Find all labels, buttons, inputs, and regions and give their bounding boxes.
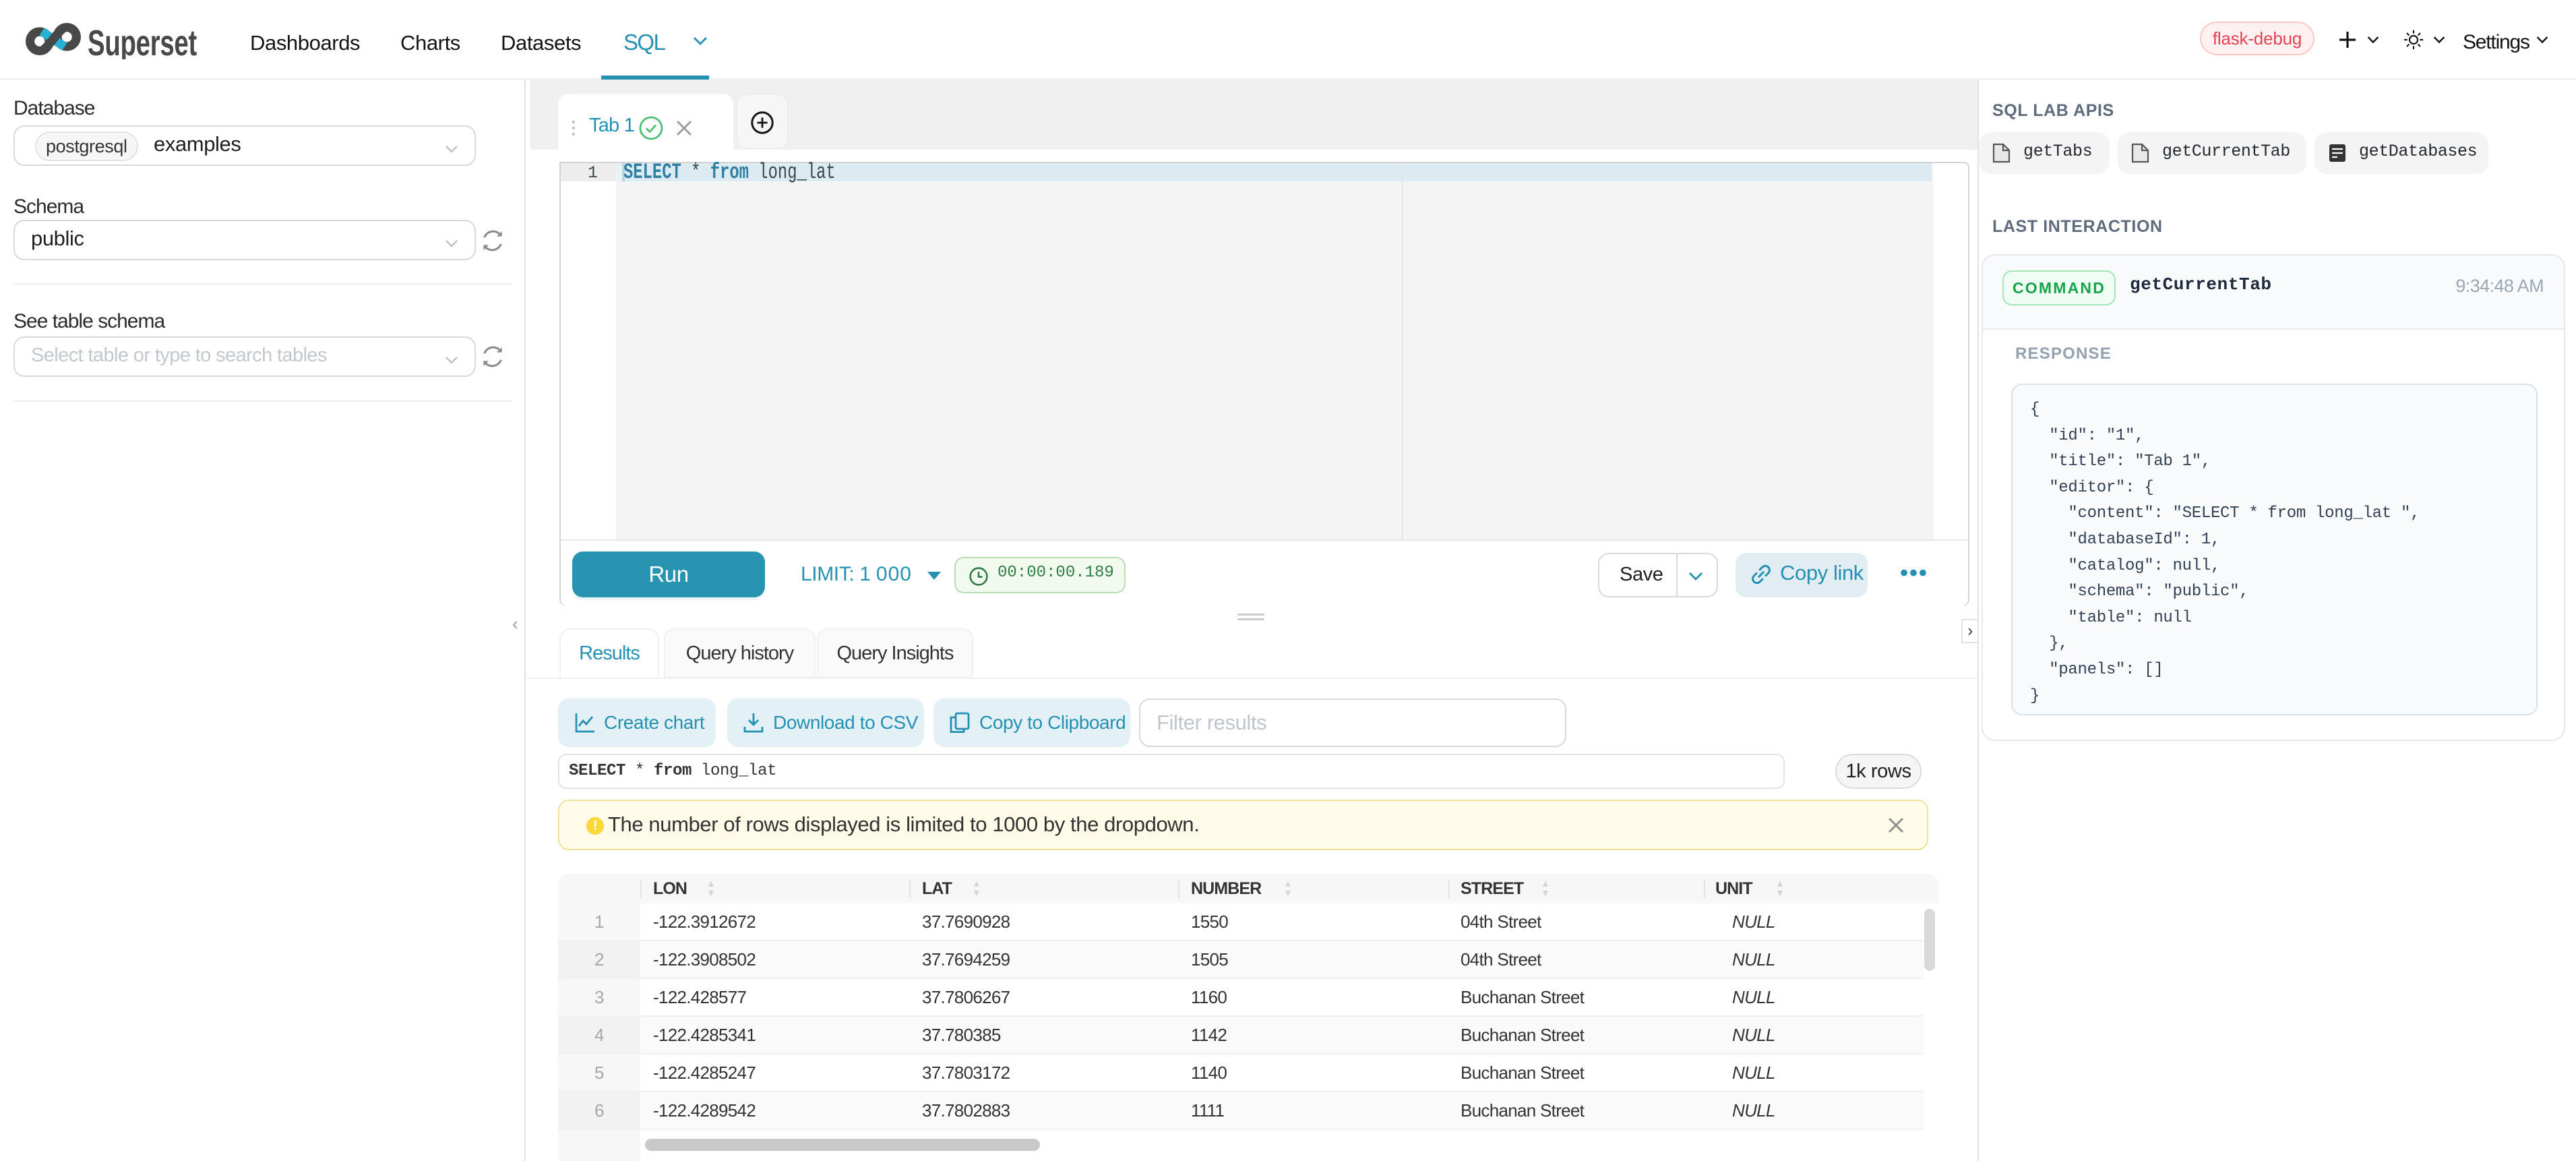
svg-text:Superset: Superset <box>88 23 197 59</box>
